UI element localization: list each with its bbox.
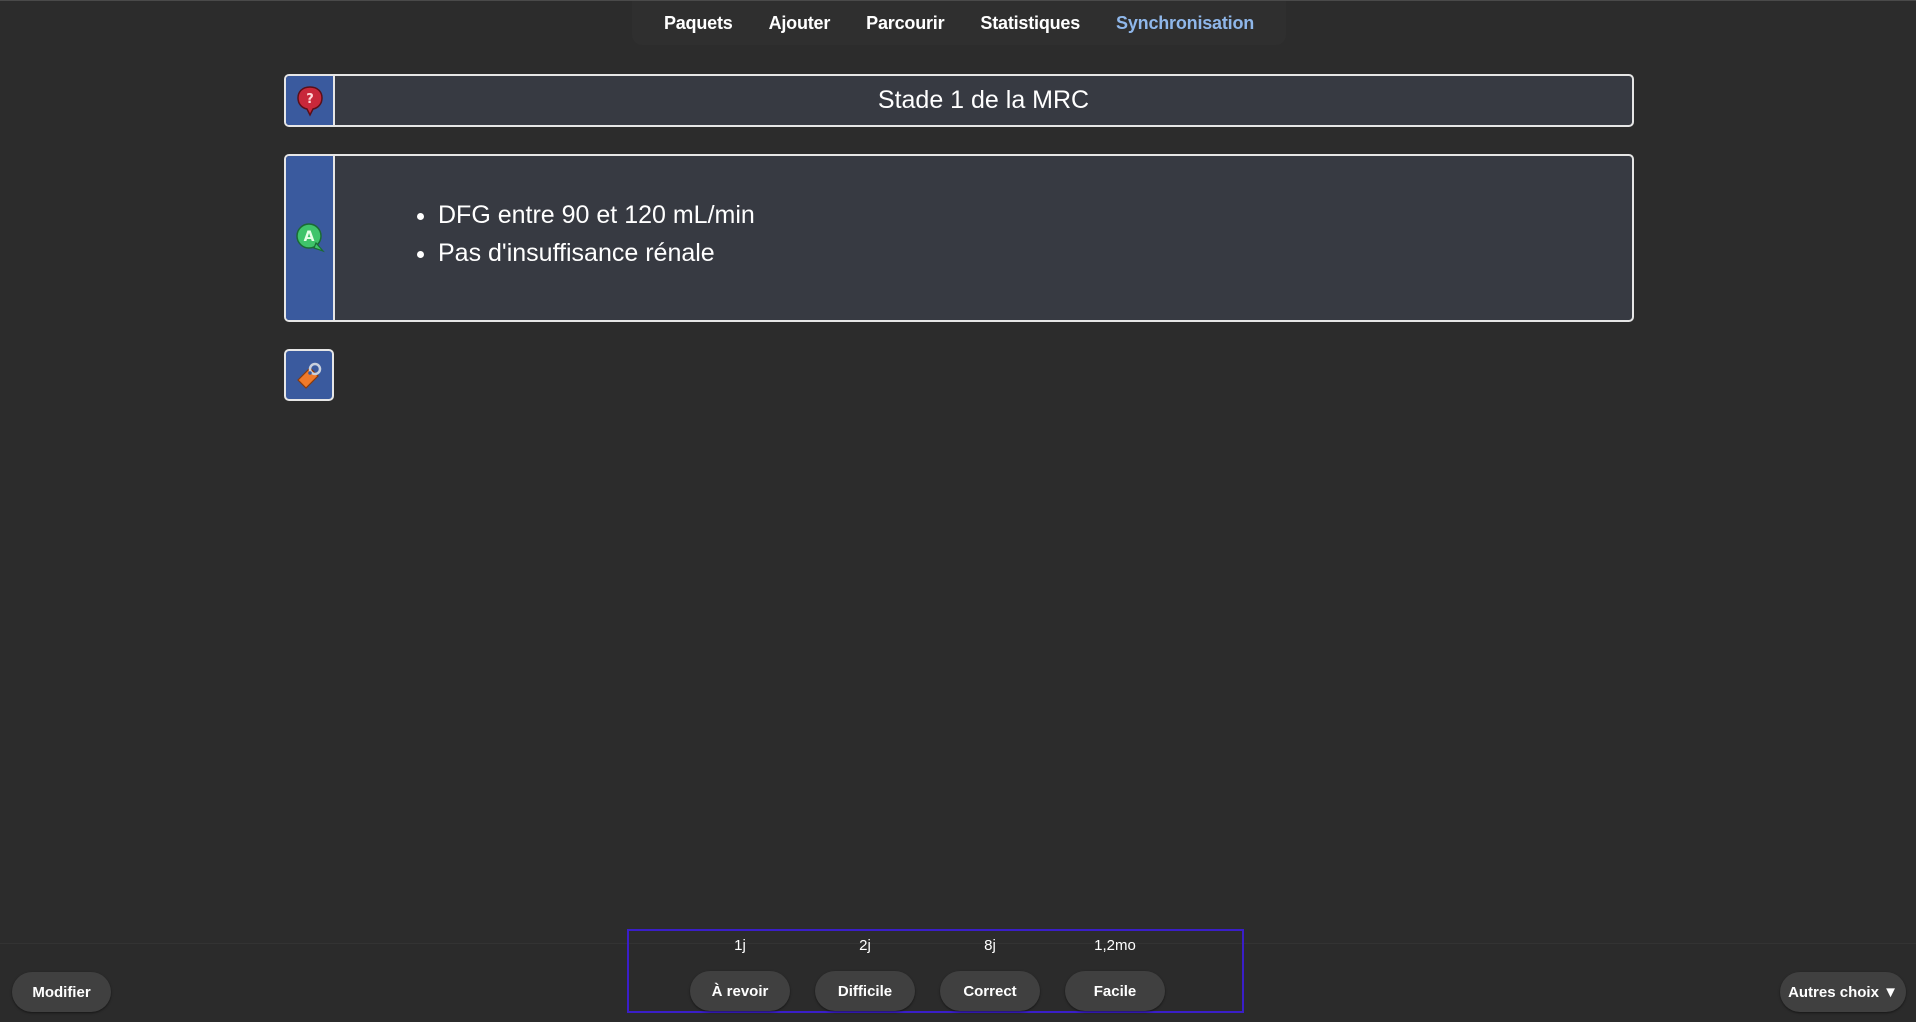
interval-label: 8j — [984, 937, 996, 954]
interval-label: 1j — [734, 937, 746, 954]
nav-sync[interactable]: Synchronisation — [1098, 13, 1272, 34]
question-side-strip: ? — [286, 76, 335, 125]
nav-decks[interactable]: Paquets — [646, 13, 751, 34]
question-card: ? Stade 1 de la MRC — [284, 74, 1634, 127]
top-navigation: Paquets Ajouter Parcourir Statistiques S… — [632, 1, 1286, 45]
good-button[interactable]: Correct — [940, 971, 1040, 1011]
edit-button[interactable]: Modifier — [12, 972, 111, 1012]
easy-button[interactable]: Facile — [1065, 971, 1165, 1011]
tag-icon — [297, 362, 322, 389]
svg-text:A: A — [303, 229, 314, 245]
question-text: Stade 1 de la MRC — [877, 86, 1090, 114]
answer-side-strip: A — [286, 156, 335, 320]
answer-card: A DFG entre 90 et 120 mL/min Pas d'insuf… — [284, 154, 1634, 322]
nav-browse[interactable]: Parcourir — [848, 13, 962, 34]
answer-bubble-icon: A — [295, 223, 325, 253]
again-button[interactable]: À revoir — [690, 971, 790, 1011]
tags-button[interactable] — [284, 349, 334, 401]
answer-item: Pas d'insuffisance rénale — [438, 234, 755, 272]
interval-label: 1,2mo — [1094, 937, 1136, 954]
interval-label: 2j — [859, 937, 871, 954]
answer-item: DFG entre 90 et 120 mL/min — [438, 196, 755, 234]
more-options-button[interactable]: Autres choix ▼ — [1780, 972, 1906, 1012]
ease-good: 8j Correct — [940, 931, 1040, 1011]
nav-add[interactable]: Ajouter — [751, 13, 849, 34]
answer-buttons-group: 1j À revoir 2j Difficile 8j Correct 1,2m… — [627, 929, 1244, 1013]
ease-again: 1j À revoir — [690, 931, 790, 1011]
ease-easy: 1,2mo Facile — [1065, 931, 1165, 1011]
question-bubble-icon: ? — [296, 85, 323, 117]
review-screen: Paquets Ajouter Parcourir Statistiques S… — [0, 0, 1916, 1022]
ease-hard: 2j Difficile — [815, 931, 915, 1011]
svg-text:?: ? — [306, 92, 314, 107]
answer-list: DFG entre 90 et 120 mL/min Pas d'insuffi… — [406, 196, 755, 272]
hard-button[interactable]: Difficile — [815, 971, 915, 1011]
nav-stats[interactable]: Statistiques — [962, 13, 1098, 34]
